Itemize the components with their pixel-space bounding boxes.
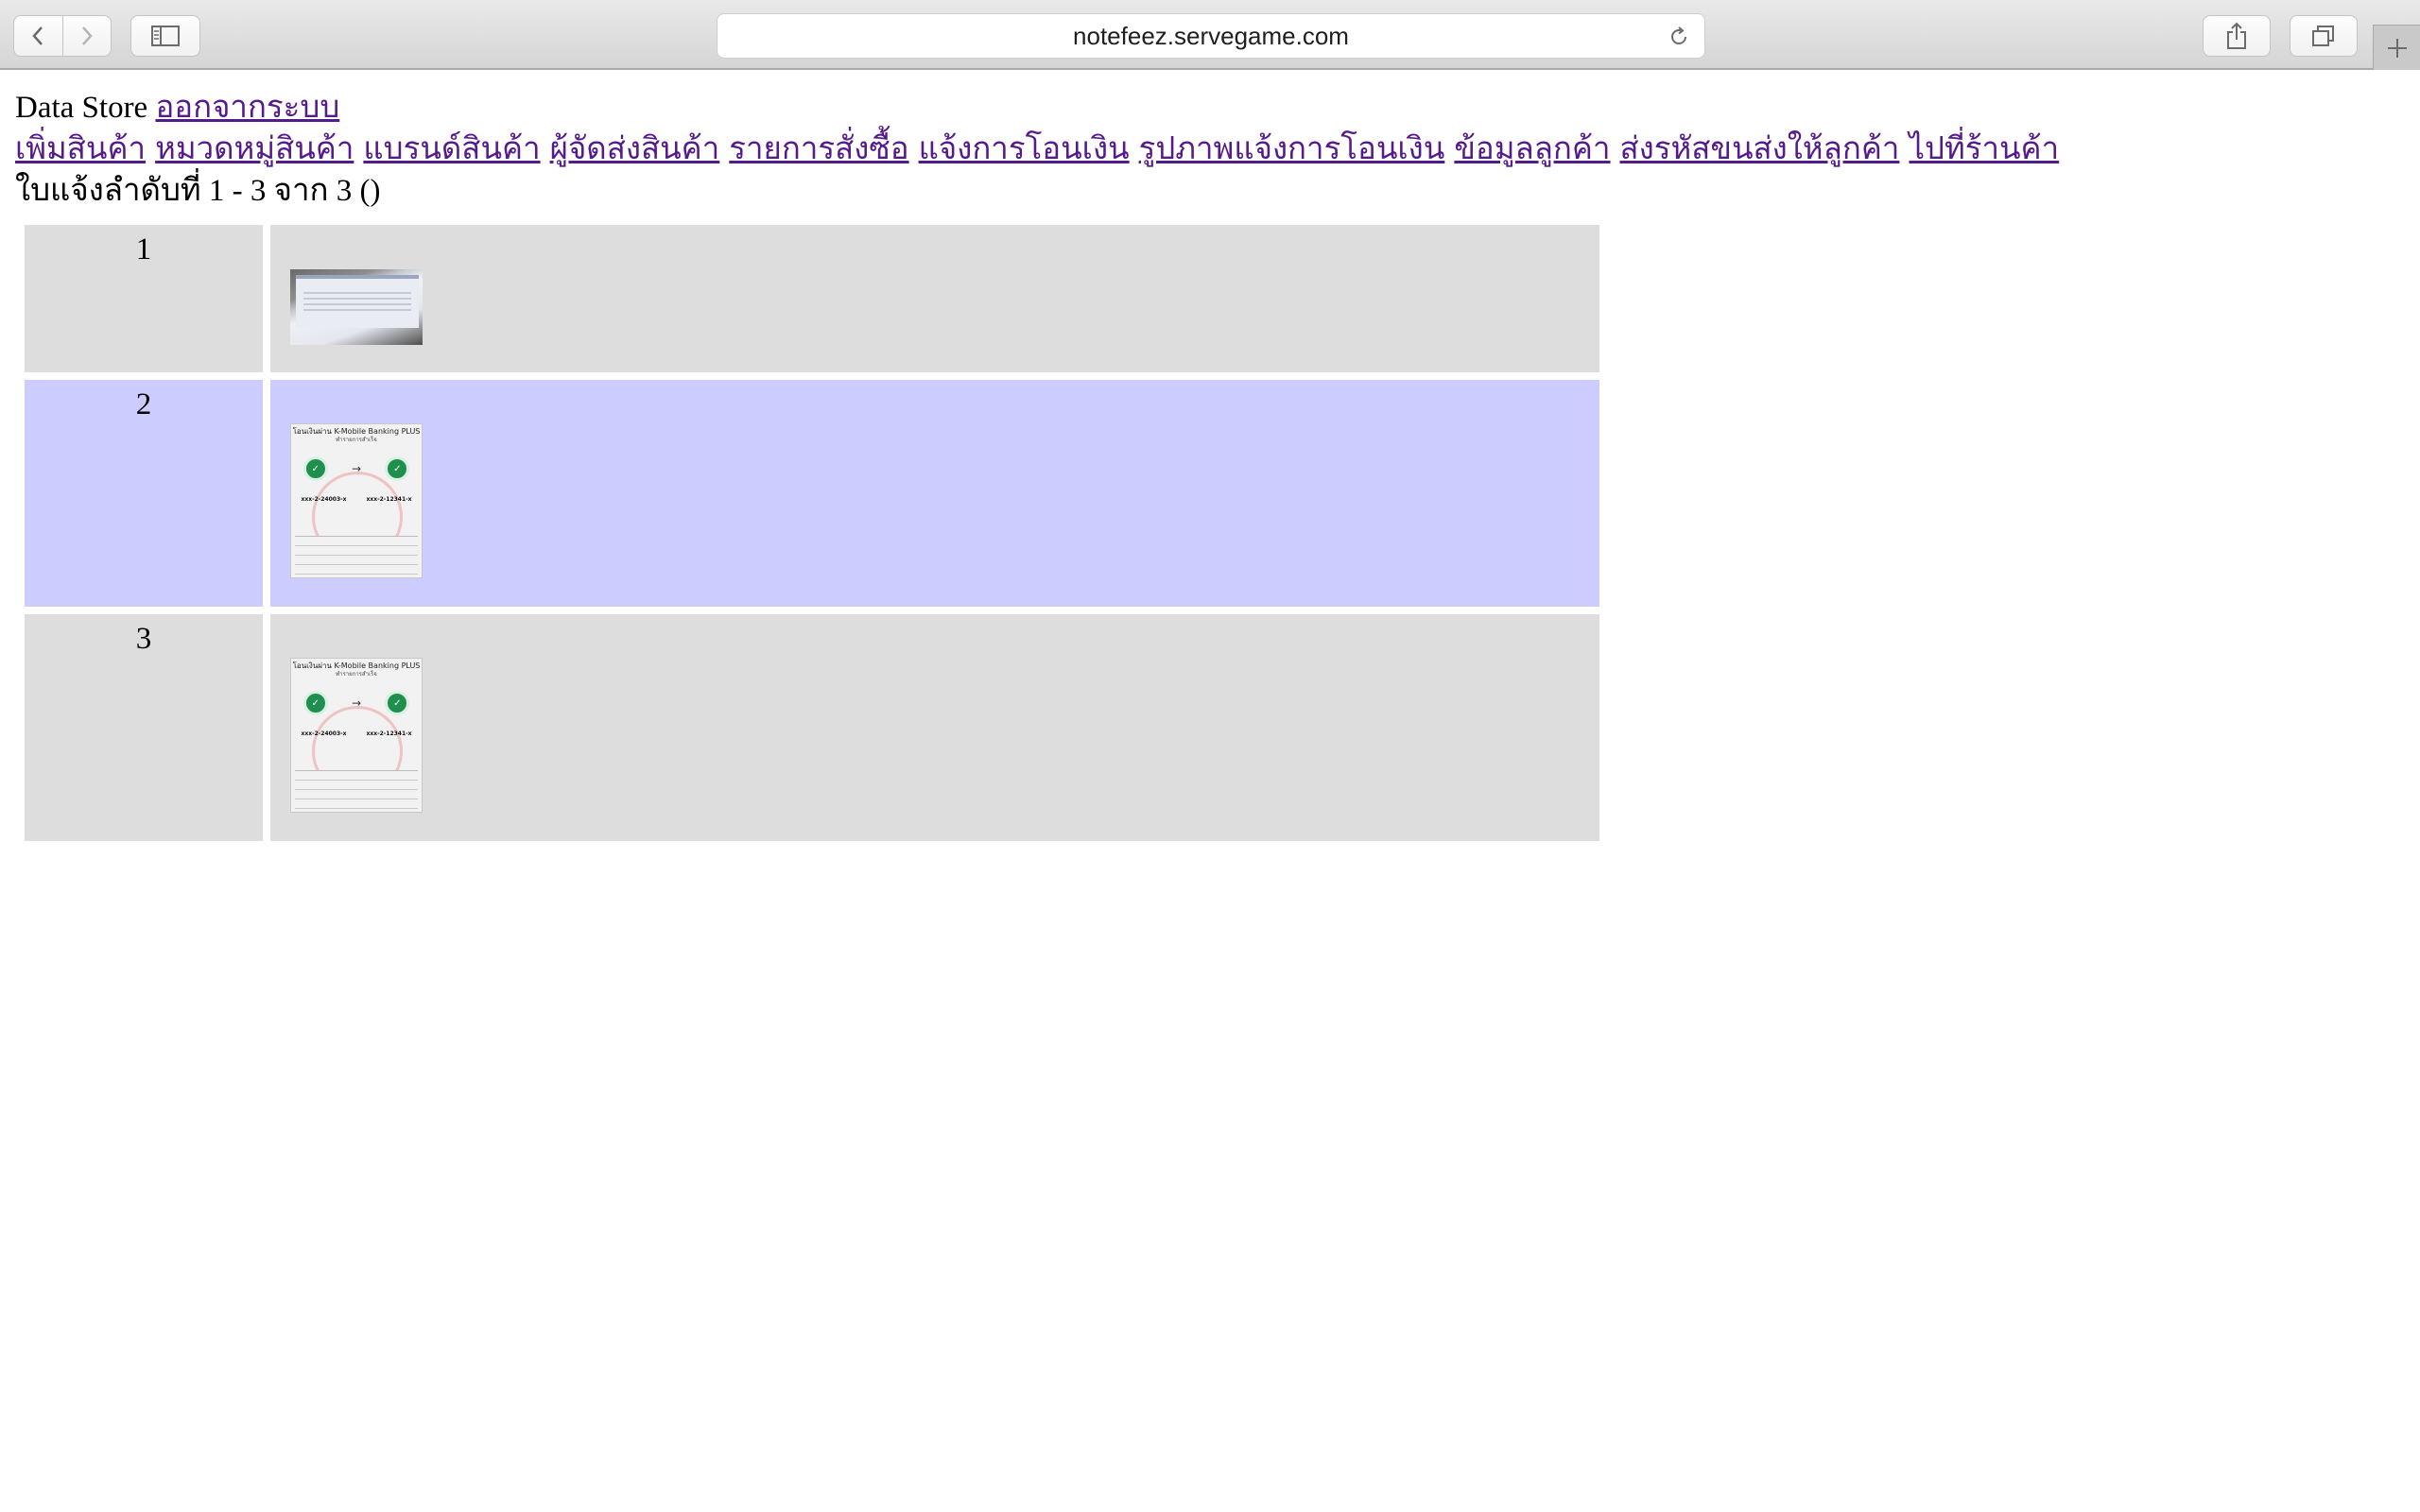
table-row: 3 โอนเงินผ่าน K-Mobile Banking PLUS ทำรา… (25, 614, 1599, 841)
logout-link[interactable]: ออกจากระบบ (155, 91, 339, 125)
row-image-cell (270, 225, 1599, 372)
payment-image-table: 1 2 โอนเงินผ่าน K-Mobile Banking PLUS ทำ… (17, 217, 1607, 849)
nav-link-go-to-store[interactable]: ไปที่ร้านค้า (1909, 132, 2059, 166)
nav-link-send-tracking[interactable]: ส่งรหัสขนส่งให้ลูกค้า (1620, 132, 1900, 166)
browser-toolbar: notefeez.servegame.com (0, 0, 2420, 70)
row-image-cell: โอนเงินผ่าน K-Mobile Banking PLUS ทำรายก… (270, 614, 1599, 841)
table-row: 1 (25, 225, 1599, 372)
chevron-right-icon (81, 26, 93, 45)
nav-link-orders[interactable]: รายการสั่งซื้อ (729, 132, 908, 166)
nav-link-categories[interactable]: หมวดหมู่สินค้า (155, 132, 354, 166)
share-icon (2227, 22, 2246, 49)
bank-logo-icon: ✓ (302, 456, 328, 481)
nav-link-payment-images[interactable]: รูปภาพแจ้งการโอนเงิน (1139, 132, 1445, 166)
bank-logo-icon: ✓ (385, 691, 410, 715)
bank-slip-thumbnail[interactable]: โอนเงินผ่าน K-Mobile Banking PLUS ทำรายก… (290, 658, 423, 813)
share-button[interactable] (2203, 15, 2271, 57)
nav-link-add-product[interactable]: เพิ่มสินค้า (15, 132, 146, 166)
address-url: notefeez.servegame.com (1073, 21, 1349, 50)
history-nav (13, 15, 112, 57)
bank-slip-thumbnail[interactable]: โอนเงินผ่าน K-Mobile Banking PLUS ทำรายก… (290, 423, 423, 578)
row-number: 2 (25, 380, 263, 607)
nav-link-brands[interactable]: แบรนด์สินค้า (363, 132, 540, 166)
site-title: Data Store (15, 91, 148, 125)
chevron-left-icon (32, 26, 43, 45)
nav-link-payment-notices[interactable]: แจ้งการโอนเงิน (919, 132, 1130, 166)
row-number: 1 (25, 225, 263, 372)
address-bar[interactable]: notefeez.servegame.com (717, 13, 1705, 59)
tabs-icon (2312, 26, 2334, 46)
table-row: 2 โอนเงินผ่าน K-Mobile Banking PLUS ทำรา… (25, 380, 1599, 607)
row-image-cell: โอนเงินผ่าน K-Mobile Banking PLUS ทำรายก… (270, 380, 1599, 607)
bank-logo-icon: ✓ (385, 456, 410, 481)
header-line: Data Store ออกจากระบบ (15, 87, 2068, 129)
nav-link-suppliers[interactable]: ผู้จัดส่งสินค้า (550, 132, 720, 166)
new-tab-button[interactable] (2373, 25, 2420, 70)
bank-logo-icon: ✓ (302, 691, 328, 715)
plus-icon (2387, 38, 2407, 58)
row-number: 3 (25, 614, 263, 841)
transfer-photo-thumbnail[interactable] (290, 269, 423, 345)
sidebar-button[interactable] (130, 15, 200, 57)
page-content: Data Store ออกจากระบบ เพิ่มสินค้า หมวดหมู… (15, 87, 2068, 212)
admin-nav: เพิ่มสินค้า หมวดหมู่สินค้า แบรนด์สินค้า ผู้… (15, 129, 2068, 170)
reload-button[interactable] (1665, 23, 1693, 51)
sidebar-icon (151, 26, 180, 46)
forward-button[interactable] (61, 16, 112, 56)
nav-link-customers[interactable]: ข้อมูลลูกค้า (1454, 132, 1610, 166)
back-button[interactable] (14, 16, 62, 56)
tabs-overview-button[interactable] (2290, 15, 2358, 57)
reload-icon (1671, 26, 1686, 44)
record-summary: ใบแจ้งลำดับที่ 1 - 3 จาก 3 () (15, 174, 381, 208)
